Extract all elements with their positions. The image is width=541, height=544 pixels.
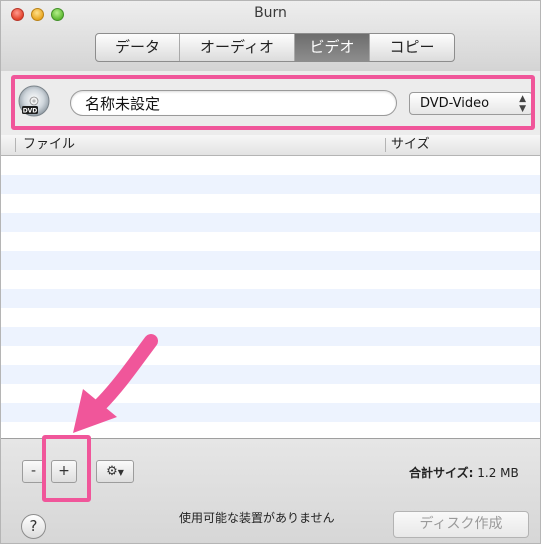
- toolbar: Burn データ オーディオ ビデオ コピー: [1, 1, 540, 72]
- window-title: Burn: [254, 5, 287, 21]
- column-divider: [15, 138, 16, 152]
- column-header-file[interactable]: ファイル: [23, 135, 75, 155]
- chevron-down-icon: ▼: [117, 468, 124, 477]
- burn-window: Burn データ オーディオ ビデオ コピー DVD DVD: [0, 0, 541, 544]
- list-row: [1, 365, 540, 384]
- total-size: 合計サイズ: 1.2 MB: [409, 464, 519, 481]
- list-row: [1, 384, 540, 403]
- list-row: [1, 194, 540, 213]
- action-menu-button[interactable]: ⚙▼: [96, 460, 134, 483]
- list-row: [1, 232, 540, 251]
- column-header-size[interactable]: サイズ: [391, 135, 430, 155]
- list-row: [1, 270, 540, 289]
- list-row: [1, 327, 540, 346]
- add-button-highlight: [42, 435, 91, 502]
- column-divider[interactable]: [385, 138, 386, 152]
- tab-copy[interactable]: コピー: [370, 34, 454, 61]
- burn-disc-button[interactable]: ディスク作成: [393, 511, 529, 538]
- total-size-label: 合計サイズ:: [409, 466, 474, 480]
- tab-data[interactable]: データ: [96, 34, 180, 61]
- list-row: [1, 213, 540, 232]
- list-row: [1, 403, 540, 422]
- tab-audio[interactable]: オーディオ: [180, 34, 295, 61]
- list-row: [1, 175, 540, 194]
- list-row: [1, 308, 540, 327]
- help-button[interactable]: ?: [21, 514, 46, 539]
- list-row: [1, 156, 540, 175]
- tab-video[interactable]: ビデオ: [295, 34, 370, 61]
- list-row: [1, 289, 540, 308]
- status-text: 使用可能な装置がありません: [179, 511, 335, 525]
- list-row: [1, 346, 540, 365]
- file-list[interactable]: [1, 156, 540, 441]
- mode-tabs: データ オーディオ ビデオ コピー: [95, 33, 455, 62]
- gear-icon: ⚙: [106, 464, 118, 479]
- disc-row-highlight: [11, 75, 535, 130]
- file-list-header: ファイル サイズ: [1, 135, 540, 156]
- total-size-value: 1.2 MB: [477, 466, 519, 480]
- list-row: [1, 251, 540, 270]
